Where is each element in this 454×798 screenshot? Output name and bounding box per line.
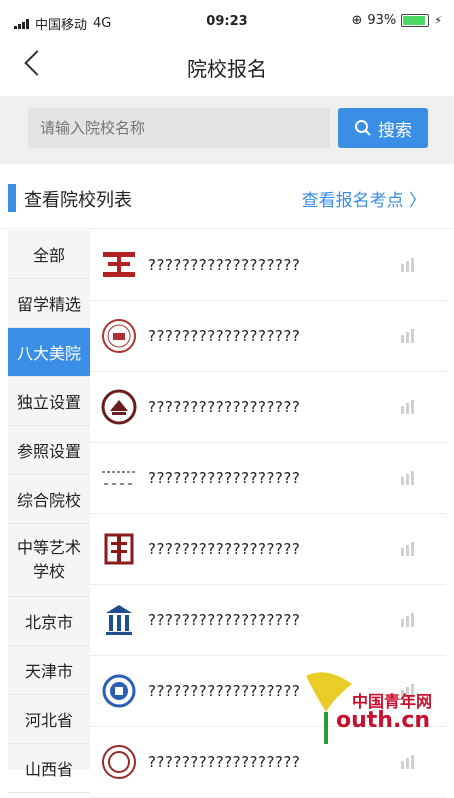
school-name: ?????????????????? — [148, 398, 301, 416]
category-sidebar: 全部 留学精选 八大美院 独立设置 参照设置 综合院校 中等艺术学校 北京市 天… — [8, 230, 90, 793]
search-button[interactable]: 搜索 — [338, 108, 428, 148]
search-input[interactable] — [28, 108, 330, 148]
nav-bar: 院校报名 — [0, 40, 454, 92]
page-title: 院校报名 — [187, 57, 267, 81]
school-row[interactable]: ?????????????????? — [90, 514, 446, 585]
search-icon — [355, 120, 371, 136]
school-logo-icon — [100, 601, 138, 639]
signal-bars-icon — [401, 755, 414, 769]
signal-bars-icon — [401, 613, 414, 627]
school-logo-icon — [100, 459, 138, 497]
category-secondary-art[interactable]: 中等艺术学校 — [8, 524, 90, 597]
signal-bars-icon — [401, 400, 414, 414]
school-logo-icon — [100, 530, 138, 568]
signal-bars-icon — [401, 258, 414, 272]
category-independent[interactable]: 独立设置 — [8, 377, 90, 426]
category-study-abroad[interactable]: 留学精选 — [8, 279, 90, 328]
search-button-label: 搜索 — [378, 120, 412, 141]
category-reference[interactable]: 参照设置 — [8, 426, 90, 475]
rotation-lock-icon: ⊕ — [351, 13, 363, 28]
category-comprehensive[interactable]: 综合院校 — [8, 475, 90, 524]
category-eight-academies[interactable]: 八大美院 — [8, 328, 90, 377]
chevron-right-icon: 〉 — [409, 191, 426, 211]
signal-bars-icon — [401, 329, 414, 343]
watermark-logo: 中国青年网 outh.cn — [296, 666, 446, 746]
school-logo-icon — [100, 246, 138, 284]
school-logo-icon — [100, 388, 138, 426]
watermark-site: outh.cn — [336, 708, 431, 733]
category-all[interactable]: 全部 — [8, 230, 90, 279]
school-name: ?????????????????? — [148, 256, 301, 274]
category-beijing[interactable]: 北京市 — [8, 597, 90, 646]
view-exam-sites-label: 查看报名考点 — [301, 191, 404, 211]
school-name: ?????????????????? — [148, 682, 301, 700]
charging-icon: ⚡ — [434, 14, 442, 27]
category-tianjin[interactable]: 天津市 — [8, 646, 90, 695]
category-shanxi[interactable]: 山西省 — [8, 744, 90, 793]
school-logo-icon — [100, 672, 138, 710]
school-row[interactable]: ?????????????????? — [90, 443, 446, 514]
battery-icon — [401, 14, 430, 27]
school-name: ?????????????????? — [148, 540, 301, 558]
signal-bars-icon — [401, 542, 414, 556]
school-row[interactable]: ?????????????????? — [90, 301, 446, 372]
category-hebei[interactable]: 河北省 — [8, 695, 90, 744]
status-bar: 中国移动 4G 09:23 ⊕ 93% ⚡ — [0, 0, 454, 40]
signal-bars-icon — [401, 471, 414, 485]
school-row[interactable]: ?????????????????? — [90, 585, 446, 656]
school-name: ?????????????????? — [148, 327, 301, 345]
view-exam-sites-link[interactable]: 查看报名考点 〉 — [302, 186, 426, 211]
list-header: 查看院校列表 查看报名考点 〉 — [0, 164, 454, 229]
ginkgo-leaf-icon — [306, 672, 352, 744]
school-name: ?????????????????? — [148, 611, 301, 629]
school-name: ?????????????????? — [148, 469, 301, 487]
school-row[interactable]: ?????????????????? — [90, 230, 446, 301]
list-header-title: 查看院校列表 — [24, 190, 132, 211]
category-secondary-art-label: 中等艺术学校 — [16, 538, 81, 581]
school-row[interactable]: ?????????????????? — [90, 372, 446, 443]
school-logo-icon — [100, 317, 138, 355]
battery-percent: 93% — [367, 13, 397, 28]
school-logo-icon — [100, 743, 138, 781]
search-bar: 搜索 — [0, 96, 454, 164]
status-right: ⊕ 93% ⚡ — [351, 13, 442, 28]
school-name: ?????????????????? — [148, 753, 301, 771]
header-accent-bar — [8, 184, 16, 212]
